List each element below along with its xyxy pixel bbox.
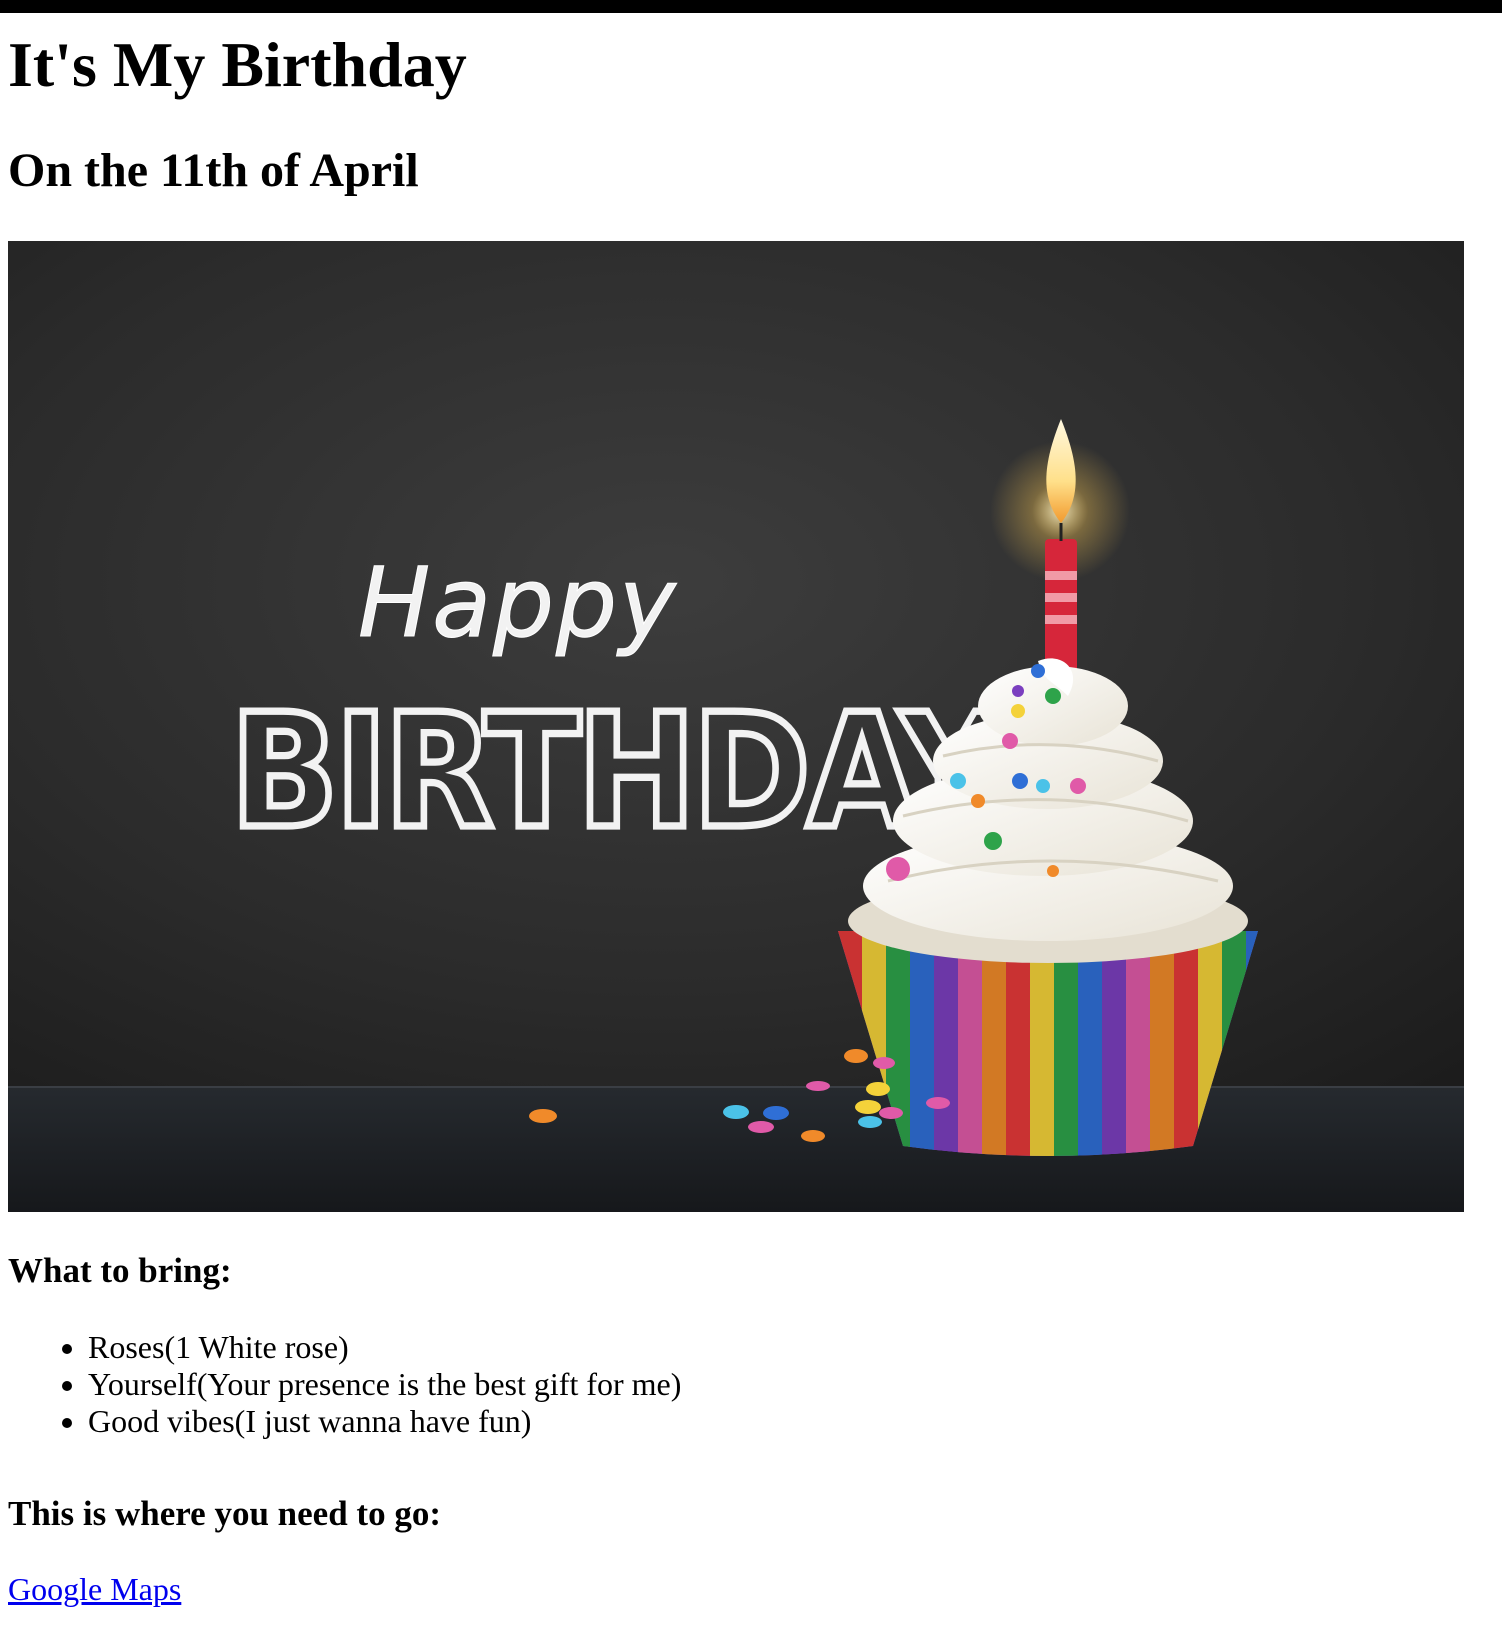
list-item: Yourself(Your presence is the best gift … [88,1366,681,1403]
bring-list: Roses(1 White rose) Yourself(Your presen… [8,1329,681,1440]
table [8,1086,1464,1212]
candle [1045,419,1077,679]
page-subtitle: On the 11th of April [8,144,419,197]
list-item: Roses(1 White rose) [88,1329,681,1366]
what-to-bring-heading: What to bring: [8,1251,232,1290]
location-heading: This is where you need to go: [8,1494,441,1533]
chalk-happy-text: Happy [358,547,678,659]
page-title: It's My Birthday [8,29,467,100]
top-bar [0,0,1502,13]
chalk-birthday-text: BIRTHDAY [230,681,1005,863]
google-maps-link[interactable]: Google Maps [8,1571,181,1608]
birthday-cupcake-image: Happy BIRTHDAY [8,241,1464,1212]
list-item: Good vibes(I just wanna have fun) [88,1403,681,1440]
